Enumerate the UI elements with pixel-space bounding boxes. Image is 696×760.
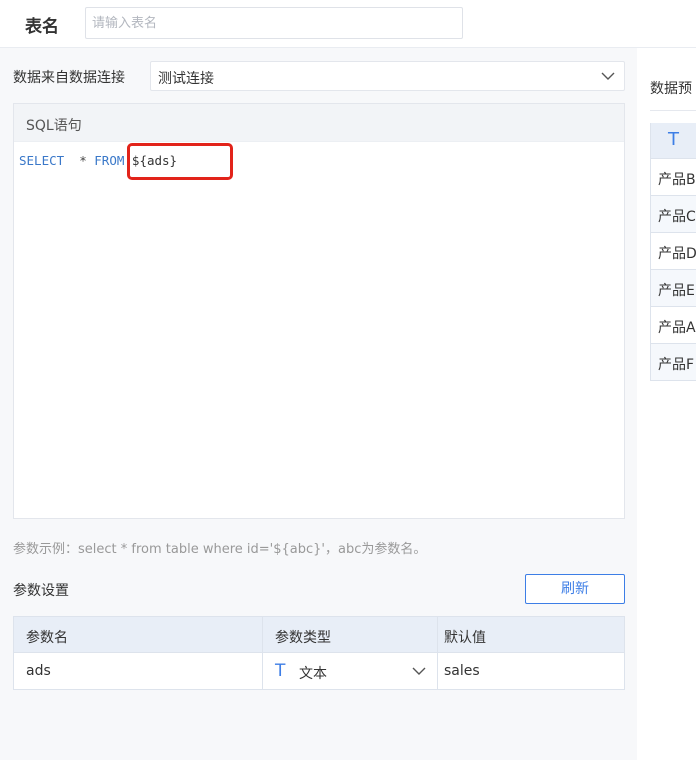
- column-header-param-type: 参数类型: [263, 617, 438, 652]
- sql-panel: SQL语句 SELECT * FROM ${ads}: [13, 103, 625, 519]
- sql-header: SQL语句: [14, 104, 624, 142]
- highlight-annotation: [127, 143, 233, 180]
- sql-keyword-from: FROM: [94, 153, 125, 168]
- chevron-down-icon: [601, 72, 615, 80]
- column-header-default-value: 默认值: [444, 630, 486, 646]
- param-table: 参数名 参数类型 默认值 ads T 文本 sales: [13, 616, 625, 690]
- data-preview-label: 数据预: [650, 81, 692, 97]
- param-example-text: 参数示例：select * from table where id='${abc…: [13, 542, 427, 557]
- text-column-icon: T: [651, 123, 696, 159]
- top-bar: 表名: [0, 0, 696, 48]
- table-name-input[interactable]: [85, 7, 463, 39]
- text-type-icon: T: [275, 661, 286, 681]
- param-type-select[interactable]: T 文本: [263, 653, 438, 689]
- param-type-value: 文本: [299, 666, 327, 682]
- default-value-input[interactable]: sales: [438, 653, 624, 689]
- list-item: 产品B: [651, 159, 696, 196]
- list-item: 产品C: [651, 196, 696, 233]
- column-header-param-name: 参数名: [14, 617, 263, 652]
- preview-panel: 数据预 T 产品B 产品C 产品D 产品E 产品A 产品F: [637, 48, 696, 760]
- data-connection-value: 测试连接: [158, 71, 214, 87]
- param-table-header: 参数名 参数类型 默认值: [14, 617, 624, 653]
- refresh-button[interactable]: 刷新: [525, 574, 625, 604]
- chevron-down-icon: [412, 667, 426, 675]
- param-name-cell[interactable]: ads: [14, 653, 263, 689]
- param-settings-label: 参数设置: [13, 583, 69, 599]
- data-source-label: 数据来自数据连接: [13, 70, 125, 86]
- divider: [650, 110, 696, 111]
- table-row: ads T 文本 sales: [14, 653, 624, 689]
- list-item: 产品F: [651, 344, 696, 381]
- sql-keyword-select: SELECT: [19, 153, 65, 168]
- list-item: 产品D: [651, 233, 696, 270]
- sql-operator: *: [79, 153, 87, 168]
- list-item: 产品E: [651, 270, 696, 307]
- left-panel: 数据来自数据连接 测试连接 SQL语句 SELECT * FROM ${ads}…: [0, 48, 637, 760]
- preview-table: T 产品B 产品C 产品D 产品E 产品A 产品F: [650, 123, 696, 381]
- table-name-label: 表名: [25, 17, 59, 37]
- sql-editor[interactable]: SELECT * FROM ${ads}: [14, 142, 624, 518]
- list-item: 产品A: [651, 307, 696, 344]
- data-connection-select[interactable]: 测试连接: [150, 61, 625, 91]
